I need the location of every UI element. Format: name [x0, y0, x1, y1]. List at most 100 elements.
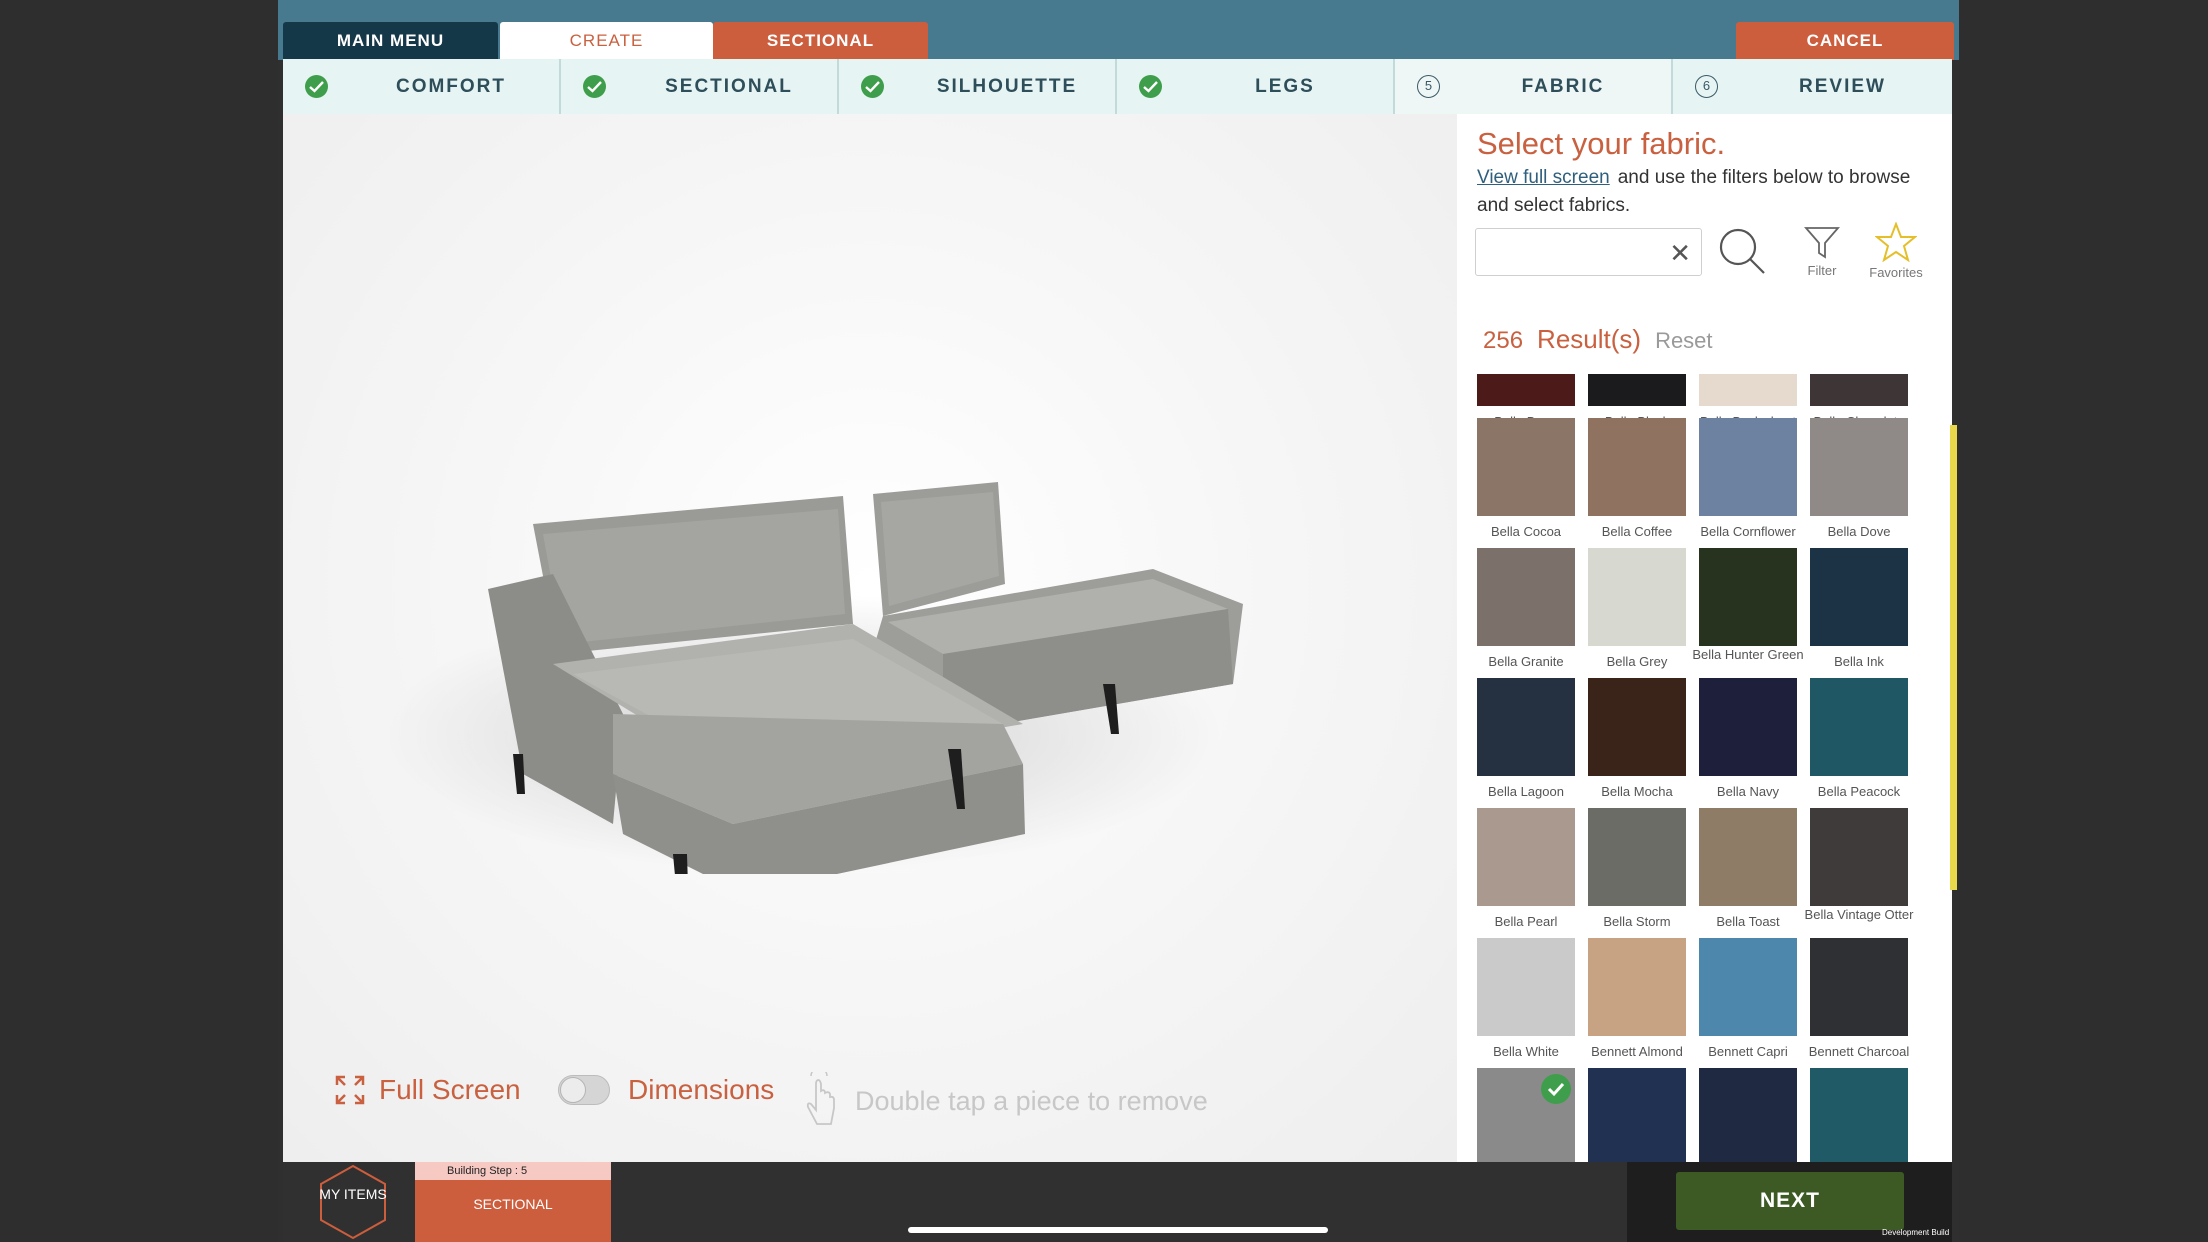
swatch-label: Bella Navy	[1716, 784, 1780, 799]
step-legs[interactable]: LEGS	[1117, 59, 1395, 114]
step-number: 6	[1695, 75, 1718, 98]
swatch-label: Bennett Charcoal	[1808, 1044, 1910, 1059]
swatch-label: Bella Lagoon	[1488, 784, 1564, 799]
swatch-chip[interactable]	[1477, 374, 1575, 406]
swatch-chip[interactable]	[1810, 938, 1908, 1036]
expand-icon	[335, 1075, 365, 1105]
step-label: SECTIONAL	[665, 76, 793, 97]
swatch-chip[interactable]	[1588, 678, 1686, 776]
swatch-label: Bella Granite	[1488, 654, 1564, 669]
swatch-chip[interactable]	[1477, 938, 1575, 1036]
swatch-chip[interactable]	[1699, 678, 1797, 776]
fabric-panel: Select your fabric. View full screen and …	[1457, 114, 1952, 1162]
favorites-button[interactable]: Favorites	[1861, 221, 1931, 280]
swatch-chip[interactable]	[1699, 808, 1797, 906]
clear-icon[interactable]: ✕	[1669, 239, 1691, 267]
dev-build-label: Development Build	[1882, 1228, 1950, 1237]
swatch-chip[interactable]	[1477, 808, 1575, 906]
swatch-chip[interactable]	[1699, 374, 1797, 406]
build-card[interactable]: Building Step : 5 SECTIONAL	[415, 1162, 611, 1242]
step-label: SILHOUETTE	[936, 76, 1078, 97]
sectional-tab[interactable]: SECTIONAL	[713, 22, 928, 60]
check-icon	[861, 75, 884, 98]
swatch-chip[interactable]	[1699, 548, 1797, 646]
step-label: COMFORT	[395, 76, 507, 97]
step-review[interactable]: 6 REVIEW	[1673, 59, 1952, 114]
swatch-chip[interactable]	[1810, 374, 1908, 406]
swatch-chip[interactable]	[1477, 678, 1575, 776]
filter-button[interactable]: Filter	[1797, 226, 1847, 278]
toggle-switch[interactable]	[558, 1075, 610, 1105]
step-fabric[interactable]: 5 FABRIC	[1395, 59, 1673, 114]
swatch-chip[interactable]	[1810, 678, 1908, 776]
main-menu-tab[interactable]: MAIN MENU	[283, 22, 498, 60]
star-icon	[1874, 221, 1918, 263]
create-tab[interactable]: CREATE	[500, 22, 713, 60]
3d-viewer[interactable]: Full Screen Dimensions Double tap a piec…	[283, 114, 1457, 1162]
swatch-chip[interactable]	[1810, 548, 1908, 646]
my-items-label: MY ITEMS	[319, 1186, 387, 1202]
scrollbar[interactable]	[1950, 425, 1957, 890]
swatch-chip[interactable]	[1588, 938, 1686, 1036]
step-number: 5	[1417, 75, 1440, 98]
swatch-label: Bella Storm	[1603, 914, 1671, 929]
swatch-chip[interactable]	[1810, 1068, 1908, 1162]
swatch-chip[interactable]	[1810, 808, 1908, 906]
swatch-chip[interactable]	[1810, 418, 1908, 516]
swatch-chip[interactable]	[1588, 1068, 1686, 1162]
swatch-chip[interactable]	[1477, 548, 1575, 646]
tap-hand-icon	[806, 1072, 835, 1125]
swatch-label: Bella Grey	[1606, 654, 1668, 669]
swatch-chip[interactable]	[1588, 418, 1686, 516]
swatch-chip[interactable]	[1699, 1068, 1797, 1162]
my-items-button[interactable]: MY ITEMS	[313, 1162, 393, 1242]
swatch-label: Bella Toast	[1716, 914, 1780, 929]
step-silhouette[interactable]: SILHOUETTE	[839, 59, 1117, 114]
swatch-chip[interactable]	[1588, 374, 1686, 406]
panel-subtitle: View full screen and use the filters belo…	[1477, 164, 1927, 220]
swatch-label: Bella White	[1493, 1044, 1559, 1059]
results-label: Result(s)	[1537, 324, 1642, 354]
step-comfort[interactable]: COMFORT	[283, 59, 561, 114]
hint-text: Double tap a piece to remove	[855, 1085, 1208, 1116]
step-label: LEGS	[1255, 76, 1315, 97]
funnel-icon	[1804, 227, 1840, 259]
full-screen-button[interactable]: Full Screen	[335, 1074, 521, 1106]
swatch-label: Bella Pearl	[1494, 914, 1558, 929]
swatch-chip[interactable]	[1477, 418, 1575, 516]
panel-title: Select your fabric.	[1477, 126, 1726, 161]
swatch-label: Bella Hunter Green	[1692, 647, 1804, 662]
search-icon[interactable]	[1717, 226, 1767, 276]
swatch-label: Bella Ink	[1834, 654, 1884, 669]
toggle-knob	[560, 1077, 586, 1103]
sectional-sofa-model[interactable]	[383, 354, 1263, 874]
next-button[interactable]: NEXT	[1676, 1172, 1904, 1230]
dimensions-toggle[interactable]: Dimensions	[558, 1074, 774, 1106]
check-icon	[305, 75, 328, 98]
swatch-label: Bella Mocha	[1601, 784, 1673, 799]
swatch-chip[interactable]	[1699, 418, 1797, 516]
step-nav: COMFORT SECTIONAL SILHOUETTE LEGS 5 FABR…	[283, 59, 1952, 114]
swatch-chip[interactable]	[1588, 808, 1686, 906]
building-step-label: Building Step : 5	[415, 1162, 611, 1180]
swatch-label: Bella Vintage Otter	[1804, 907, 1914, 922]
view-full-screen-link[interactable]: View full screen	[1477, 167, 1610, 188]
step-sectional[interactable]: SECTIONAL	[561, 59, 839, 114]
build-name: SECTIONAL	[473, 1196, 553, 1212]
swatch-chip[interactable]	[1588, 548, 1686, 646]
favorites-label: Favorites	[1869, 265, 1923, 280]
search-input[interactable]: ✕	[1475, 228, 1702, 276]
check-icon	[583, 75, 606, 98]
check-icon	[1139, 75, 1162, 98]
reset-button[interactable]: Reset	[1655, 328, 1712, 354]
swatch-label: Bennett Almond	[1591, 1044, 1683, 1059]
cancel-button[interactable]: CANCEL	[1736, 22, 1954, 60]
swatch-label: Bella Peacock	[1817, 784, 1901, 799]
dimensions-label: Dimensions	[628, 1074, 775, 1105]
swatch-chip[interactable]	[1699, 938, 1797, 1036]
swatch-label: Bennett Capri	[1708, 1044, 1788, 1059]
left-margin	[0, 0, 278, 1242]
full-screen-label: Full Screen	[379, 1074, 521, 1105]
hexagon-icon	[320, 1164, 386, 1240]
results-summary: 256 Result(s) Reset	[1483, 324, 1713, 355]
